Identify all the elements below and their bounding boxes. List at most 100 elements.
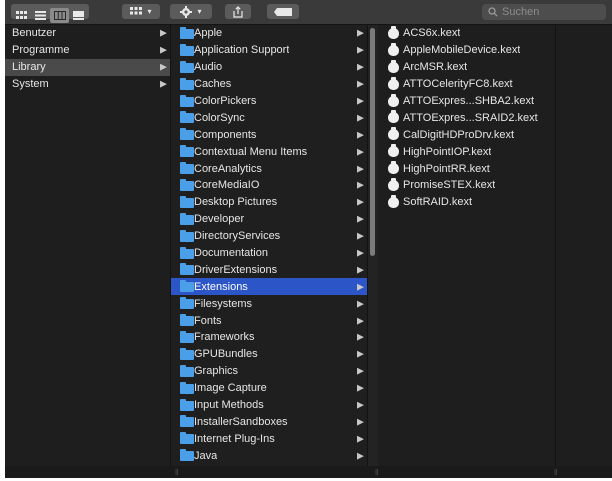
folder-item-label: Frameworks [194, 331, 255, 344]
file-item[interactable]: CalDigitHDProDrv.kext [379, 126, 555, 143]
action-menu-button[interactable]: ▾ [170, 4, 212, 19]
folder-item-label: GPUBundles [194, 348, 258, 361]
scrollbar-thumb[interactable] [370, 28, 375, 256]
search-field[interactable] [482, 4, 606, 20]
chevron-right-icon: ▶ [357, 281, 364, 292]
folder-item[interactable]: ColorSync ▶ [171, 109, 367, 126]
kext-bundle-icon [388, 127, 399, 141]
finder-window: ▾ ▾ Suchen Benutzer ▶ Programme ▶ Librar… [5, 0, 612, 478]
folder-item[interactable]: InstallerSandboxes ▶ [171, 413, 367, 430]
folder-item[interactable]: Frameworks ▶ [171, 329, 367, 346]
folder-item[interactable]: Components ▶ [171, 126, 367, 143]
folder-item-label: Desktop Pictures [194, 196, 278, 209]
chevron-right-icon: ▶ [357, 365, 364, 376]
folder-item[interactable]: Audio ▶ [171, 59, 367, 76]
sidebar-location-item-label: Programme [12, 44, 70, 57]
file-item[interactable]: AppleMobileDevice.kext [379, 42, 555, 59]
folder-item[interactable]: Desktop Pictures ▶ [171, 194, 367, 211]
column-resize-handle[interactable]: ‖ [554, 468, 557, 477]
folder-item[interactable]: Java ▶ [171, 447, 367, 464]
folder-item[interactable]: Contextual Menu Items ▶ [171, 143, 367, 160]
chevron-right-icon: ▶ [357, 61, 364, 72]
icon-view-button[interactable] [12, 8, 31, 23]
file-item[interactable]: ATTOCelerityFC8.kext [379, 76, 555, 93]
sidebar-location-item[interactable]: Programme ▶ [5, 42, 170, 59]
toolbar: ▾ ▾ [5, 0, 612, 25]
column-view-button[interactable] [50, 8, 69, 23]
folder-item[interactable]: Filesystems ▶ [171, 295, 367, 312]
sidebar-location-item[interactable]: Benutzer ▶ [5, 25, 170, 42]
folder-item[interactable]: Graphics ▶ [171, 363, 367, 380]
folder-icon [180, 398, 194, 411]
chevron-right-icon: ▶ [357, 433, 364, 444]
folder-item[interactable]: DriverExtensions ▶ [171, 261, 367, 278]
folder-item[interactable]: CoreAnalytics ▶ [171, 160, 367, 177]
chevron-right-icon: ▶ [357, 95, 364, 106]
folder-item[interactable]: CoreMediaIO ▶ [171, 177, 367, 194]
folder-item-label: ColorSync [194, 111, 245, 124]
share-icon [233, 5, 243, 18]
arrange-button[interactable]: ▾ [122, 4, 160, 19]
folder-item[interactable]: Application Support ▶ [171, 42, 367, 59]
view-mode-segmented-control [11, 4, 89, 23]
chevron-right-icon: ▶ [160, 78, 167, 89]
folder-item-label: Image Capture [194, 382, 267, 395]
folder-icon [180, 364, 194, 377]
file-item[interactable]: ArcMSR.kext [379, 59, 555, 76]
kext-bundle-icon [388, 93, 399, 107]
column-library-scrollbar[interactable] [368, 25, 378, 478]
column-resize-handle[interactable]: ‖ [175, 468, 178, 477]
sidebar-location-item-label: Library [12, 61, 46, 74]
sidebar-location-item[interactable]: System ▶ [5, 76, 170, 93]
share-button[interactable] [225, 4, 251, 19]
folder-icon [180, 331, 194, 344]
file-item[interactable]: ACS6x.kext [379, 25, 555, 42]
kext-bundle-icon [388, 144, 399, 158]
folder-item[interactable]: Apple ▶ [171, 25, 367, 42]
chevron-right-icon: ▶ [357, 78, 364, 89]
chevron-right-icon: ▶ [357, 348, 364, 359]
file-item[interactable]: HighPointIOP.kext [379, 143, 555, 160]
horizontal-scrollbar[interactable] [5, 466, 612, 478]
folder-item[interactable]: Caches ▶ [171, 76, 367, 93]
file-item[interactable]: ATTOExpres...SHBA2.kext [379, 93, 555, 110]
chevron-right-icon: ▶ [357, 230, 364, 241]
kext-bundle-icon [388, 59, 399, 73]
file-item[interactable]: SoftRAID.kext [379, 194, 555, 211]
folder-item-label: Developer [194, 213, 245, 226]
tag-button[interactable] [267, 4, 299, 19]
file-item[interactable]: ATTOExpres...SRAID2.kext [379, 109, 555, 126]
search-input[interactable] [498, 6, 602, 18]
folder-item[interactable]: ColorPickers ▶ [171, 93, 367, 110]
folder-item[interactable]: Extensions ▶ [171, 278, 367, 296]
file-item[interactable]: HighPointRR.kext [379, 160, 555, 177]
chevron-right-icon: ▶ [357, 163, 364, 174]
column-resize-handle[interactable]: ‖ [375, 468, 378, 477]
folder-icon [180, 347, 194, 360]
chevron-right-icon: ▶ [357, 247, 364, 258]
column-root: Benutzer ▶ Programme ▶ Library ▶ System ▶ [5, 25, 171, 478]
chevron-right-icon: ▶ [160, 44, 167, 55]
folder-item[interactable]: GPUBundles ▶ [171, 346, 367, 363]
folder-icon [180, 212, 194, 225]
folder-item-label: Apple [194, 27, 223, 40]
search-icon [488, 7, 498, 17]
folder-icon [180, 60, 194, 73]
folder-item[interactable]: Fonts ▶ [171, 312, 367, 329]
folder-item[interactable]: Developer ▶ [171, 211, 367, 228]
gallery-view-button[interactable] [69, 8, 88, 23]
folder-item[interactable]: Image Capture ▶ [171, 380, 367, 397]
folder-item-label: InstallerSandboxes [194, 415, 288, 428]
column-library: Apple ▶ Application Support ▶ Audio ▶ Caches ▶ C… [171, 25, 368, 478]
chevron-right-icon: ▶ [357, 27, 364, 38]
folder-item[interactable]: DirectoryServices ▶ [171, 228, 367, 245]
chevron-down-icon: ▾ [147, 7, 152, 16]
folder-item[interactable]: Documentation ▶ [171, 245, 367, 262]
column-extensions: ACS6x.kext AppleMobileDevice.kext ArcMSR.k… [379, 25, 556, 478]
file-item[interactable]: PromiseSTEX.kext [379, 177, 555, 194]
sidebar-location-item[interactable]: Library ▶ [5, 58, 170, 76]
chevron-right-icon: ▶ [357, 129, 364, 140]
list-view-button[interactable] [31, 8, 50, 23]
folder-item[interactable]: Input Methods ▶ [171, 397, 367, 414]
folder-item[interactable]: Internet Plug-Ins ▶ [171, 430, 367, 447]
